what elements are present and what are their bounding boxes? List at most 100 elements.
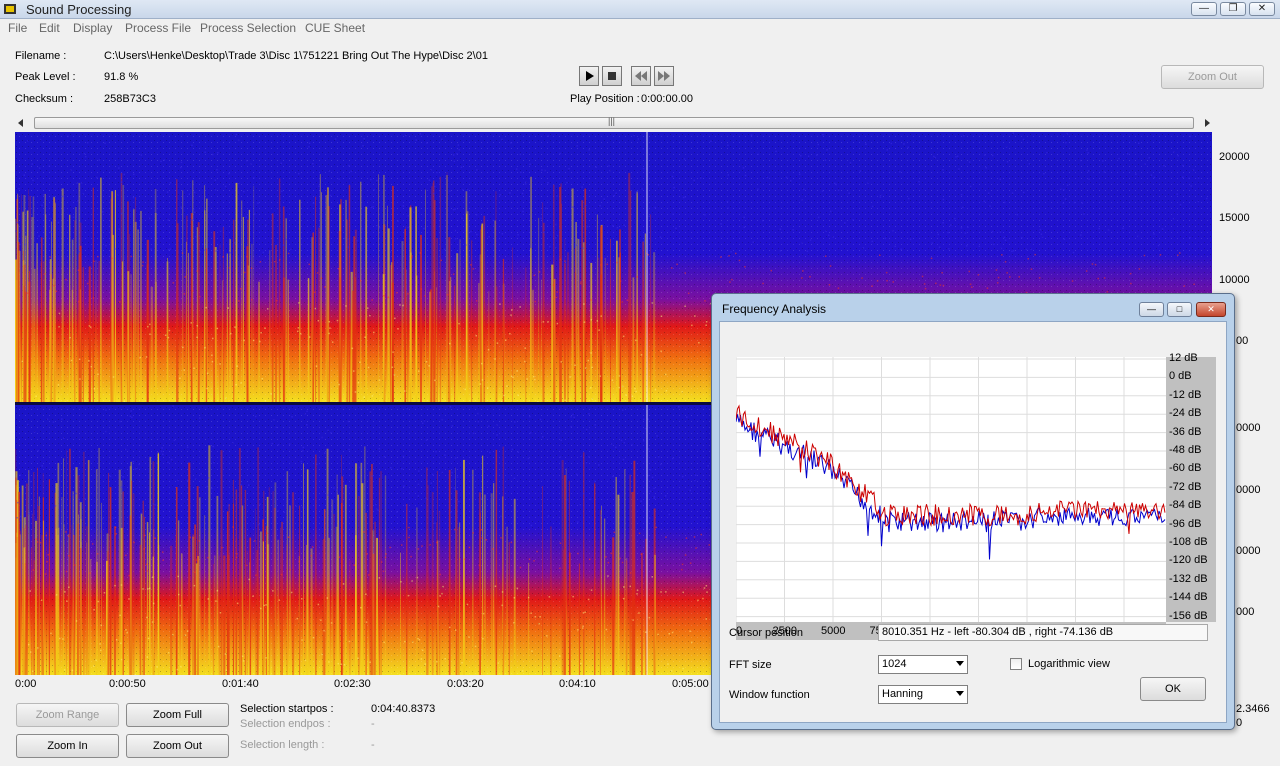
spectrogram-streak: [337, 494, 339, 675]
spectrogram-streak: [601, 505, 602, 675]
logarithmic-view-checkbox[interactable]: [1010, 658, 1022, 670]
spectrogram-speck: [328, 661, 330, 663]
spectrogram-speck: [859, 170, 862, 172]
spectrogram-speck: [16, 221, 19, 224]
spectrogram-speck: [84, 497, 86, 500]
spectrogram-speck: [216, 327, 219, 330]
spectrogram-speck: [458, 148, 460, 151]
spectrogram-speck: [111, 257, 113, 260]
menu-cue-sheet[interactable]: CUE Sheet: [305, 21, 365, 35]
menu-file[interactable]: File: [8, 21, 27, 35]
spectrogram-speck: [461, 662, 463, 664]
zoom-range-button[interactable]: Zoom Range: [16, 703, 119, 727]
spectrogram-speck: [480, 529, 483, 531]
peak-level-label: Peak Level :: [15, 71, 76, 83]
spectrogram-speck: [199, 251, 201, 253]
spectrogram-speck: [510, 541, 513, 544]
spectrogram-speck: [837, 189, 840, 192]
zoom-in-button[interactable]: Zoom In: [16, 734, 119, 758]
spectrogram-speck: [169, 182, 172, 184]
ok-button[interactable]: OK: [1140, 677, 1206, 701]
window-function-select[interactable]: Hanning: [878, 685, 968, 704]
spectrogram-speck: [118, 167, 120, 169]
dialog-minimize-button[interactable]: —: [1139, 302, 1164, 317]
spectrogram-speck: [986, 287, 989, 289]
spectrogram-speck: [443, 248, 446, 251]
scroll-left-icon[interactable]: [17, 119, 25, 127]
stop-button[interactable]: [602, 66, 622, 86]
dialog-close-button[interactable]: ✕: [1196, 302, 1226, 317]
spectrum-plot[interactable]: [735, 357, 1166, 622]
spectrogram-speck: [638, 612, 640, 614]
spectrogram-streak: [53, 196, 55, 402]
spectrogram-speck: [547, 515, 550, 517]
spectrogram-speck: [1163, 165, 1165, 167]
menu-process-file[interactable]: Process File: [125, 21, 191, 35]
spectrogram-speck: [613, 531, 616, 534]
spectrogram-speck: [399, 304, 401, 306]
spectrogram-speck: [576, 145, 578, 147]
spectrogram-speck: [257, 202, 259, 204]
spectrogram-speck: [338, 383, 340, 386]
zoom-out-button[interactable]: Zoom Out: [126, 734, 229, 758]
spectrogram-speck: [494, 358, 496, 360]
spectrogram-streak: [488, 291, 490, 402]
spectrogram-speck: [1179, 203, 1182, 206]
spectrogram-speck: [618, 386, 620, 389]
spectrogram-speck: [1182, 176, 1184, 178]
spectrogram-speck: [252, 339, 255, 342]
spectrogram-speck: [524, 360, 526, 363]
spectrogram-speck: [481, 379, 484, 381]
close-button[interactable]: ✕: [1249, 2, 1275, 16]
spectrogram-speck: [213, 462, 215, 464]
spectrogram-speck: [1004, 261, 1007, 263]
spectrogram-speck: [606, 263, 608, 266]
spectrogram-speck: [660, 591, 662, 593]
fft-size-select[interactable]: 1024: [878, 655, 968, 674]
rewind-button[interactable]: [631, 66, 651, 86]
menu-process-selection[interactable]: Process Selection: [200, 21, 296, 35]
spectrogram-speck: [585, 367, 587, 369]
spectrogram-speck: [252, 595, 254, 597]
spectrogram-speck: [496, 434, 498, 436]
checksum-label: Checksum :: [15, 93, 74, 105]
dialog-maximize-button[interactable]: □: [1167, 302, 1192, 317]
maximize-button[interactable]: ❐: [1220, 2, 1246, 16]
spectrogram-speck: [590, 319, 592, 321]
spectrogram-speck: [559, 258, 562, 261]
spectrogram-speck: [454, 229, 456, 232]
spectrogram-speck: [228, 172, 230, 175]
spectrogram-speck: [100, 624, 102, 627]
spectrogram-speck: [435, 450, 437, 453]
spectrogram-speck: [871, 205, 874, 208]
spectrogram-speck: [408, 536, 410, 539]
spectrogram-speck: [1003, 236, 1006, 239]
spectrogram-speck: [471, 474, 473, 476]
zoom-full-button[interactable]: Zoom Full: [126, 703, 229, 727]
spectrogram-speck: [26, 292, 29, 294]
spectrogram-speck: [637, 138, 640, 140]
spectrogram-speck: [809, 239, 812, 241]
spectrogram-speck: [560, 439, 562, 441]
spectrogram-streak: [630, 190, 632, 402]
menu-display[interactable]: Display: [73, 21, 112, 35]
fast-forward-button[interactable]: [654, 66, 674, 86]
play-button[interactable]: [579, 66, 599, 86]
zoom-out-top-button[interactable]: Zoom Out: [1161, 65, 1264, 89]
spectrogram-streak: [195, 563, 198, 675]
spectrogram-speck: [65, 570, 68, 573]
spectrogram-speck: [301, 506, 304, 509]
scroll-right-icon[interactable]: [1203, 119, 1211, 127]
minimize-button[interactable]: —: [1191, 2, 1217, 16]
spectrogram-streak: [182, 190, 184, 402]
spectrogram-speck: [404, 640, 406, 643]
scroll-thumb[interactable]: |||: [34, 116, 1194, 129]
spectrogram-streak: [190, 213, 193, 402]
spectrogram-speck: [589, 498, 592, 501]
spectrogram-speck: [65, 531, 67, 533]
spectrogram-speck: [236, 553, 238, 555]
spectrogram-speck: [809, 276, 811, 278]
spectrogram-speck: [706, 516, 708, 519]
spectrogram-speck: [689, 630, 691, 632]
menu-edit[interactable]: Edit: [39, 21, 60, 35]
